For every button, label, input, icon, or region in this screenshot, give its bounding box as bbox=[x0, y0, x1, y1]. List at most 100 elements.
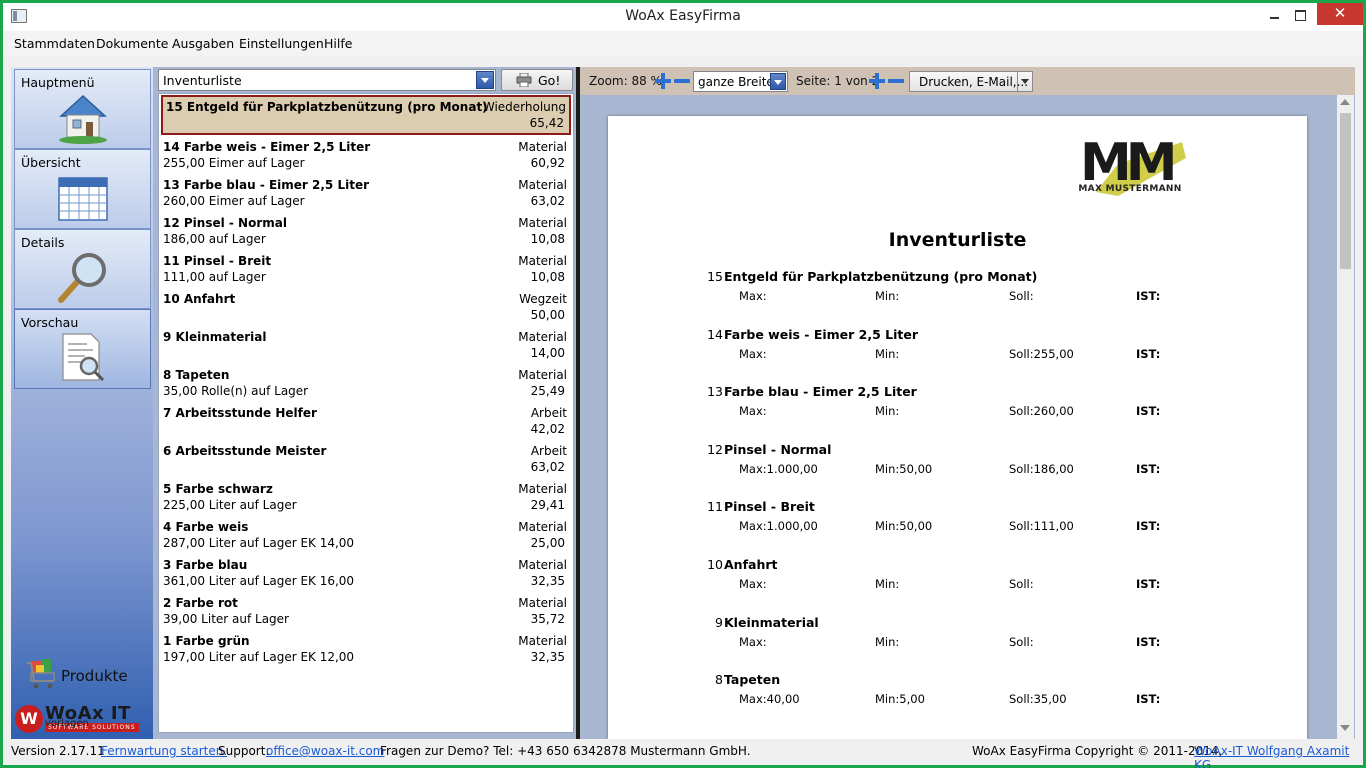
item-stock: 186,00 auf Lager bbox=[163, 232, 266, 246]
print-email-button[interactable]: Drucken, E-Mail,... bbox=[909, 71, 1033, 92]
list-item[interactable]: 5 Farbe schwarz 225,00 Liter auf Lager Mat… bbox=[159, 480, 573, 518]
nav-details[interactable]: Details bbox=[14, 229, 151, 309]
list-item[interactable]: 14 Farbe weis - Eimer 2,5 Liter 255,00 Ei… bbox=[159, 138, 573, 176]
zoom-mode-value: ganze Breite bbox=[698, 75, 774, 89]
go-button[interactable]: Go! bbox=[501, 69, 573, 91]
document-preview-icon bbox=[62, 333, 105, 382]
entry-name: Pinsel - Normal bbox=[724, 441, 832, 457]
status-bar: Version 2.17.11 Fernwartung starten. Sup… bbox=[3, 739, 1363, 768]
nav-vorschau[interactable]: Vorschau bbox=[14, 309, 151, 389]
menu-ausgaben[interactable]: Ausgaben bbox=[172, 36, 234, 51]
chevron-down-icon[interactable] bbox=[1017, 72, 1032, 91]
chevron-down-icon[interactable] bbox=[770, 73, 786, 90]
item-stock: 35,00 Rolle(n) auf Lager bbox=[163, 384, 309, 398]
item-title: 4 Farbe weis bbox=[163, 520, 249, 534]
chevron-down-icon[interactable] bbox=[476, 71, 494, 89]
menu-bar: Stammdaten Dokumente Ausgaben Einstellun… bbox=[3, 31, 1363, 57]
entry-name: Pinsel - Breit bbox=[724, 499, 815, 515]
list-item[interactable]: 1 Farbe grün 197,00 Liter auf Lager EK 12… bbox=[159, 632, 573, 670]
remote-support-link[interactable]: Fernwartung starten. bbox=[101, 744, 227, 758]
item-title: 1 Farbe grün bbox=[163, 634, 250, 648]
menu-hilfe[interactable]: Hilfe bbox=[324, 36, 352, 51]
entry-max: Max: bbox=[739, 346, 767, 361]
item-title: 15 Entgeld für Parkplatzbenützung (pro M… bbox=[166, 100, 488, 114]
item-type: Wegzeit bbox=[519, 292, 567, 306]
zoom-out-icon[interactable] bbox=[674, 73, 690, 89]
entry-ist: IST: bbox=[1136, 346, 1161, 361]
document-page: MM MAX MUSTERMANN Inventurliste 15 Entgel… bbox=[608, 116, 1307, 739]
item-title: 8 Tapeten bbox=[163, 368, 230, 382]
company-link[interactable]: WoAx-IT Wolfgang Axamit KG bbox=[1194, 744, 1363, 768]
entry-ist: IST: bbox=[1136, 692, 1161, 707]
zoom-mode-select[interactable]: ganze Breite bbox=[693, 71, 788, 92]
minimize-button[interactable] bbox=[1261, 3, 1287, 25]
item-price: 60,92 bbox=[530, 156, 565, 170]
nav-hauptmenu[interactable]: Hauptmenü bbox=[14, 69, 151, 149]
item-type: Material bbox=[518, 330, 567, 344]
copyright-text: WoAx EasyFirma Copyright © 2011-2014, bbox=[972, 744, 1223, 758]
document-type-select[interactable]: Inventurliste bbox=[158, 69, 496, 91]
item-stock: 111,00 auf Lager bbox=[163, 270, 266, 284]
menu-einstellungen[interactable]: Einstellungen bbox=[239, 36, 324, 51]
magnifier-icon bbox=[58, 253, 106, 303]
entry-max: Max:1.000,00 bbox=[739, 519, 818, 534]
list-item[interactable]: 10 Anfahrt Wegzeit 50,00 bbox=[159, 290, 573, 328]
entry-soll: Soll:186,00 bbox=[1009, 461, 1074, 476]
woax-logo-mark: W bbox=[15, 705, 43, 733]
produkte-button[interactable]: Produkte bbox=[25, 657, 145, 691]
close-button[interactable]: ✕ bbox=[1317, 3, 1363, 25]
entry-max: Max: bbox=[739, 577, 767, 591]
list-item[interactable]: 13 Farbe blau - Eimer 2,5 Liter 260,00 Ei… bbox=[159, 176, 573, 214]
item-price: 25,49 bbox=[530, 384, 565, 398]
nav-label: Vorschau bbox=[21, 315, 79, 330]
scroll-up-icon[interactable] bbox=[1340, 99, 1350, 105]
nav-uebersicht[interactable]: Übersicht bbox=[14, 149, 151, 229]
item-type: Material bbox=[518, 368, 567, 382]
entry-soll: Soll: bbox=[1009, 577, 1034, 591]
maximize-button[interactable] bbox=[1287, 3, 1313, 25]
item-type: Material bbox=[518, 216, 567, 230]
list-item[interactable]: 8 Tapeten 35,00 Rolle(n) auf Lager Materia… bbox=[159, 366, 573, 404]
preview-scrollbar[interactable] bbox=[1337, 95, 1354, 739]
previous-page-icon[interactable] bbox=[888, 73, 904, 89]
item-type: Material bbox=[518, 558, 567, 572]
inventory-entry: 11 Pinsel - Breit Max:1.000,00 Min:50,00 Sol… bbox=[608, 499, 1307, 539]
list-item-selected[interactable]: 15 Entgeld für Parkplatzbenützung (pro M… bbox=[161, 95, 571, 135]
list-item[interactable]: 9 Kleinmaterial Material 14,00 bbox=[159, 328, 573, 366]
list-item[interactable]: 2 Farbe rot 39,00 Liter auf Lager Material… bbox=[159, 594, 573, 632]
item-stock: 361,00 Liter auf Lager EK 16,00 bbox=[163, 574, 355, 588]
list-item[interactable]: 4 Farbe weis 287,00 Liter auf Lager EK 14… bbox=[159, 518, 573, 556]
item-price: 63,02 bbox=[530, 194, 565, 208]
list-item[interactable]: 11 Pinsel - Breit 111,00 auf Lager Materia… bbox=[159, 252, 573, 290]
inventory-entry: 10 Anfahrt Max: Min: Soll: IST: bbox=[608, 557, 1307, 597]
menu-dokumente[interactable]: Dokumente bbox=[96, 36, 168, 51]
item-title: 12 Pinsel - Normal bbox=[163, 216, 287, 230]
entry-max: Max:40,00 bbox=[739, 692, 800, 707]
zoom-in-icon[interactable] bbox=[655, 73, 671, 89]
list-item[interactable]: 7 Arbeitsstunde Helfer Arbeit 42,02 bbox=[159, 404, 573, 442]
item-title: 14 Farbe weis - Eimer 2,5 Liter bbox=[163, 140, 371, 154]
entry-name: Kleinmaterial bbox=[724, 614, 819, 630]
support-email-link[interactable]: office@woax-it.com bbox=[266, 744, 384, 758]
list-item[interactable]: 12 Pinsel - Normal 186,00 auf Lager Materi… bbox=[159, 214, 573, 252]
next-page-icon[interactable] bbox=[869, 73, 885, 89]
scroll-down-icon[interactable] bbox=[1340, 725, 1350, 731]
entry-soll: Soll: bbox=[1009, 634, 1034, 649]
entry-soll: Soll:111,00 bbox=[1009, 519, 1074, 534]
entry-name: Farbe blau - Eimer 2,5 Liter bbox=[724, 384, 917, 400]
entry-number: 12 bbox=[707, 441, 723, 457]
item-title: 11 Pinsel - Breit bbox=[163, 254, 272, 268]
item-price: 25,00 bbox=[530, 536, 565, 550]
item-title: 5 Farbe schwarz bbox=[163, 482, 273, 496]
version-label: Version 2.17.11 bbox=[11, 744, 105, 758]
scroll-thumb[interactable] bbox=[1340, 113, 1351, 269]
left-navigation: Hauptmenü Übersicht Details Vorschau Pro… bbox=[11, 67, 153, 739]
list-item[interactable]: 6 Arbeitsstunde Meister Arbeit 63,02 bbox=[159, 442, 573, 480]
menu-stammdaten[interactable]: Stammdaten bbox=[14, 36, 95, 51]
list-item[interactable]: 3 Farbe blau 361,00 Liter auf Lager EK 16… bbox=[159, 556, 573, 594]
inventory-entry: 13 Farbe blau - Eimer 2,5 Liter Max: Min: So… bbox=[608, 384, 1307, 424]
item-title: 6 Arbeitsstunde Meister bbox=[163, 444, 327, 458]
preview-toolbar: Zoom: 88 % ganze Breite Seite: 1 von 2 D… bbox=[580, 67, 1355, 95]
inventory-entry: 15 Entgeld für Parkplatzbenützung (pro Mo… bbox=[608, 269, 1307, 309]
item-type: Material bbox=[518, 596, 567, 610]
